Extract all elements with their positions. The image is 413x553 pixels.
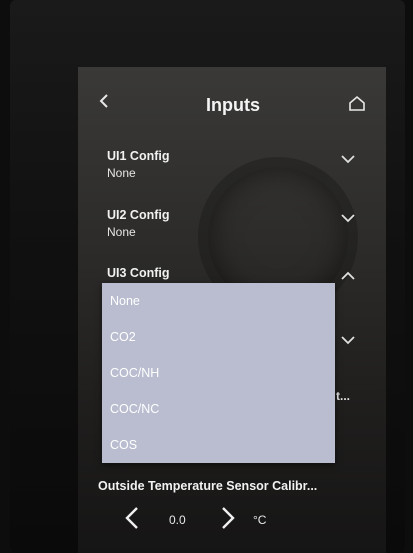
increment-button[interactable]	[219, 505, 241, 533]
chevron-right-icon	[222, 507, 235, 529]
ui1-config-value: None	[107, 166, 136, 180]
ui2-config-value: None	[107, 225, 136, 239]
thermostat-screen: Inputs UI1 Config None UI2 Config None U…	[78, 67, 386, 553]
chevron-down-icon[interactable]	[340, 334, 356, 346]
page-title: Inputs	[206, 95, 260, 115]
header: Inputs	[78, 67, 386, 123]
chevron-down-icon	[341, 155, 355, 164]
dropdown-option-none[interactable]: None	[102, 283, 335, 319]
calibration-stepper: 0.0 °C	[123, 505, 303, 535]
calibration-label: Outside Temperature Sensor Calibr...	[98, 479, 318, 493]
dropdown-option-co2[interactable]: CO2	[102, 319, 335, 355]
ui3-config-label: UI3 Config	[107, 266, 170, 280]
calibration-value: 0.0	[169, 513, 186, 527]
calibration-unit: °C	[253, 513, 267, 527]
chevron-up-icon	[341, 271, 355, 280]
chevron-down-icon	[341, 214, 355, 223]
dropdown-option-coc-nh[interactable]: COC/NH	[102, 355, 335, 391]
hidden-row-label-truncated: t...	[336, 389, 350, 403]
chevron-left-icon	[99, 94, 108, 108]
dropdown-option-coc-nc[interactable]: COC/NC	[102, 391, 335, 427]
back-button[interactable]	[92, 91, 116, 115]
ui2-config-label: UI2 Config	[107, 208, 170, 222]
ui1-config-row[interactable]: UI1 Config None	[103, 149, 363, 189]
home-button[interactable]	[348, 95, 368, 115]
chevron-left-icon	[125, 507, 138, 529]
ui3-config-dropdown: None CO2 COC/NH COC/NC COS	[102, 283, 335, 463]
home-icon	[349, 95, 365, 111]
dropdown-option-cos[interactable]: COS	[102, 427, 335, 463]
ui2-config-row[interactable]: UI2 Config None	[103, 208, 363, 248]
ui1-config-label: UI1 Config	[107, 149, 170, 163]
decrement-button[interactable]	[123, 505, 145, 533]
